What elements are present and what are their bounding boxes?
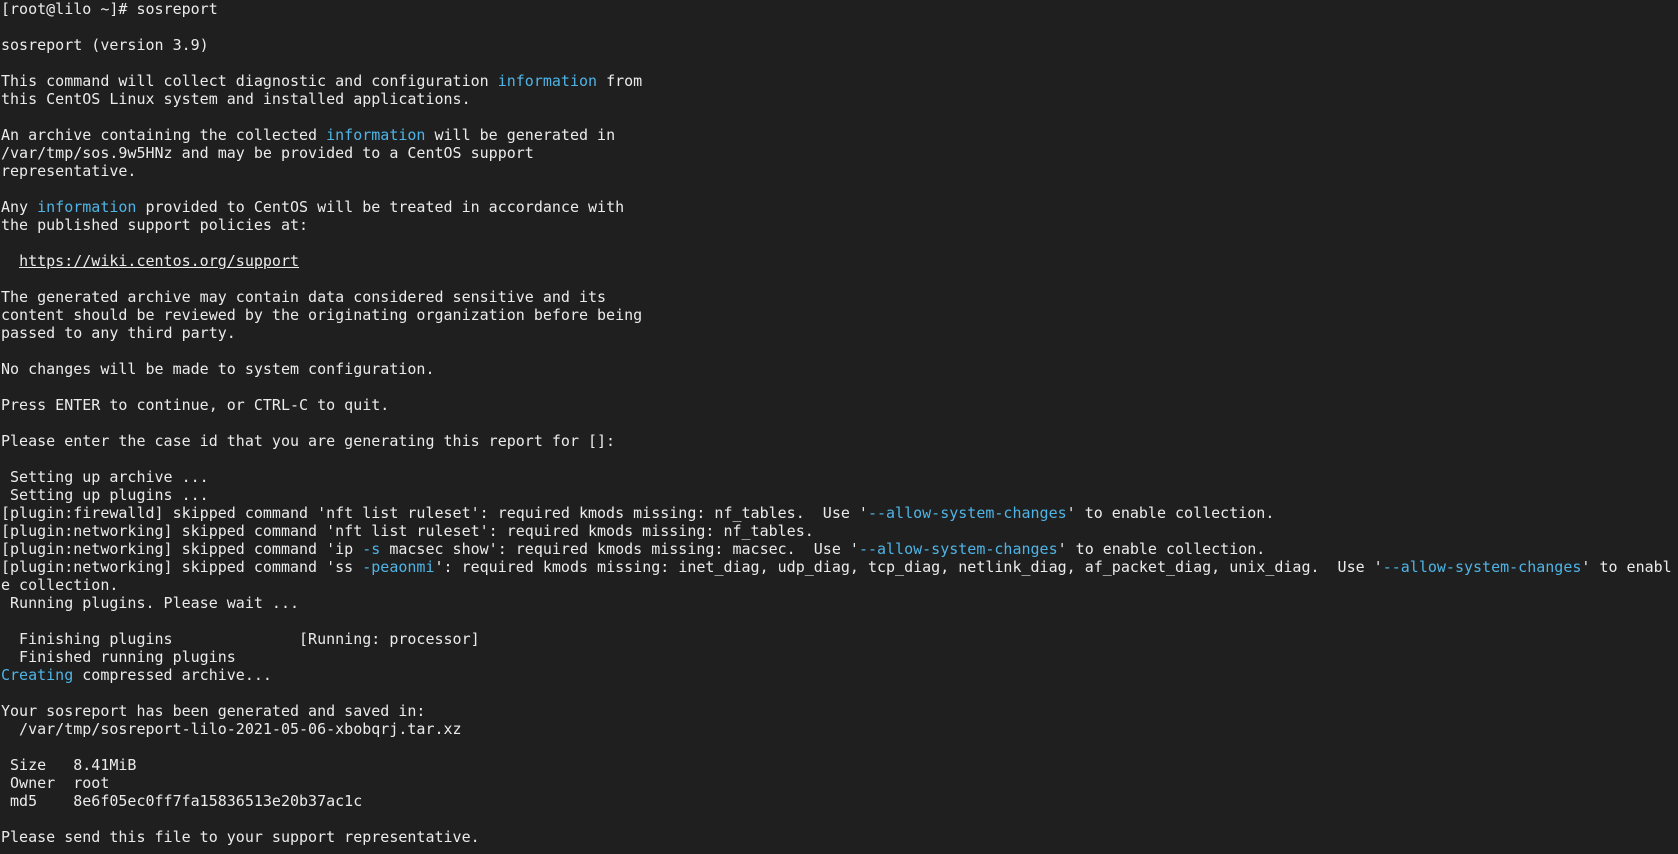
- terminal-text: /var/tmp/sosreport-lilo-2021-05-06-xbobq…: [1, 720, 462, 738]
- terminal-line: Any information provided to CentOS will …: [1, 198, 1677, 216]
- terminal-text: this CentOS Linux system and installed a…: [1, 90, 471, 108]
- terminal-line: [plugin:networking] skipped command 'ss …: [1, 558, 1677, 576]
- terminal-line: Size 8.41MiB: [1, 756, 1677, 774]
- terminal-text: content should be reviewed by the origin…: [1, 306, 643, 324]
- terminal-line: /var/tmp/sos.9w5HNz and may be provided …: [1, 144, 1677, 162]
- terminal-text: [plugin:networking] skipped command 'ip: [1, 540, 363, 558]
- terminal-line: representative.: [1, 162, 1677, 180]
- terminal-line: No changes will be made to system config…: [1, 360, 1677, 378]
- terminal-line: md5 8e6f05ec0ff7fa15836513e20b37ac1c: [1, 792, 1677, 810]
- terminal-line: Your sosreport has been generated and sa…: [1, 702, 1677, 720]
- terminal-text: md5 8e6f05ec0ff7fa15836513e20b37ac1c: [1, 792, 363, 810]
- terminal-text: No changes will be made to system config…: [1, 360, 435, 378]
- terminal-output[interactable]: [root@lilo ~]# sosreport sosreport (versi…: [1, 0, 1677, 854]
- terminal-text: [root@lilo ~]# sosreport: [1, 0, 218, 18]
- terminal-text: ' to enabl: [1581, 558, 1672, 576]
- terminal-line: /var/tmp/sosreport-lilo-2021-05-06-xbobq…: [1, 720, 1677, 738]
- highlighted-text: information: [497, 72, 598, 90]
- terminal-line: content should be reviewed by the origin…: [1, 306, 1677, 324]
- terminal-line: Finished running plugins: [1, 648, 1677, 666]
- terminal-text: passed to any third party.: [1, 324, 236, 342]
- terminal-line: Setting up plugins ...: [1, 486, 1677, 504]
- highlighted-text: --allow-system-changes: [858, 540, 1058, 558]
- terminal-text: from: [597, 72, 643, 90]
- terminal-text: Your sosreport has been generated and sa…: [1, 702, 426, 720]
- terminal-line: this CentOS Linux system and installed a…: [1, 90, 1677, 108]
- terminal-line: Finishing plugins [Running: processor]: [1, 630, 1677, 648]
- terminal-line: The generated archive may contain data c…: [1, 288, 1677, 306]
- terminal-text: will be generated in: [425, 126, 616, 144]
- terminal-text: The generated archive may contain data c…: [1, 288, 607, 306]
- terminal-text: sosreport (version 3.9): [1, 36, 209, 54]
- terminal-line: e collection.: [1, 576, 1677, 594]
- terminal-line: [plugin:networking] skipped command 'ip …: [1, 540, 1677, 558]
- terminal-line: Running plugins. Please wait ...: [1, 594, 1677, 612]
- terminal-text: macsec show': required kmods missing: ma…: [380, 540, 859, 558]
- terminal-line: Setting up archive ...: [1, 468, 1677, 486]
- highlighted-text: -peaonmi: [362, 558, 435, 576]
- terminal-text: Size 8.41MiB: [1, 756, 137, 774]
- terminal-text: Setting up plugins ...: [1, 486, 209, 504]
- terminal-line: [plugin:firewalld] skipped command 'nft …: [1, 504, 1677, 522]
- terminal-line: [plugin:networking] skipped command 'nft…: [1, 522, 1677, 540]
- terminal-line: https://wiki.centos.org/support: [1, 252, 1677, 270]
- highlighted-text: --allow-system-changes: [1382, 558, 1582, 576]
- terminal-text: ' to enable collection.: [1057, 540, 1266, 558]
- terminal-line: This command will collect diagnostic and…: [1, 72, 1677, 90]
- terminal-text: /var/tmp/sos.9w5HNz and may be provided …: [1, 144, 534, 162]
- highlighted-text: information: [326, 126, 426, 144]
- terminal-text: Press ENTER to continue, or CTRL-C to qu…: [1, 396, 390, 414]
- highlighted-text: information: [37, 198, 137, 216]
- terminal-line: Owner root: [1, 774, 1677, 792]
- highlighted-text: Creating: [1, 666, 74, 684]
- terminal-text: Running plugins. Please wait ...: [1, 594, 300, 612]
- terminal-text: representative.: [1, 162, 137, 180]
- terminal-line: An archive containing the collected info…: [1, 126, 1677, 144]
- terminal-text: Any: [1, 198, 38, 216]
- support-url-link[interactable]: https://wiki.centos.org/support: [19, 252, 299, 270]
- terminal-line: [root@lilo ~]# sosreport: [1, 0, 1677, 18]
- terminal-text: An archive containing the collected: [1, 126, 327, 144]
- terminal-text: the published support policies at:: [1, 216, 309, 234]
- terminal-text: [plugin:networking] skipped command 'nft…: [1, 522, 814, 540]
- terminal-line: passed to any third party.: [1, 324, 1677, 342]
- terminal-text: compressed archive...: [73, 666, 272, 684]
- terminal-text: ' to enable collection.: [1066, 504, 1275, 522]
- terminal-text: e collection.: [1, 576, 119, 594]
- highlighted-text: -s: [362, 540, 381, 558]
- terminal-text: Setting up archive ...: [1, 468, 209, 486]
- terminal-text: Please send this file to your support re…: [1, 828, 480, 846]
- terminal-text: This command will collect diagnostic and…: [1, 72, 498, 90]
- terminal-text: Owner root: [1, 774, 110, 792]
- terminal-line: Press ENTER to continue, or CTRL-C to qu…: [1, 396, 1677, 414]
- terminal-line: Please send this file to your support re…: [1, 828, 1677, 846]
- terminal-text: provided to CentOS will be treated in ac…: [136, 198, 625, 216]
- terminal-line: Creating compressed archive...: [1, 666, 1677, 684]
- terminal-text: Please enter the case id that you are ge…: [1, 432, 616, 450]
- terminal-text: Finished running plugins: [1, 648, 236, 666]
- terminal-line: the published support policies at:: [1, 216, 1677, 234]
- terminal-text: [plugin:firewalld] skipped command 'nft …: [1, 504, 868, 522]
- terminal-line: sosreport (version 3.9): [1, 36, 1677, 54]
- highlighted-text: --allow-system-changes: [867, 504, 1067, 522]
- terminal-line: Please enter the case id that you are ge…: [1, 432, 1677, 450]
- terminal-text: Finishing plugins [Running: processor]: [1, 630, 480, 648]
- terminal-text: ': required kmods missing: inet_diag, ud…: [434, 558, 1383, 576]
- terminal-text: [plugin:networking] skipped command 'ss: [1, 558, 363, 576]
